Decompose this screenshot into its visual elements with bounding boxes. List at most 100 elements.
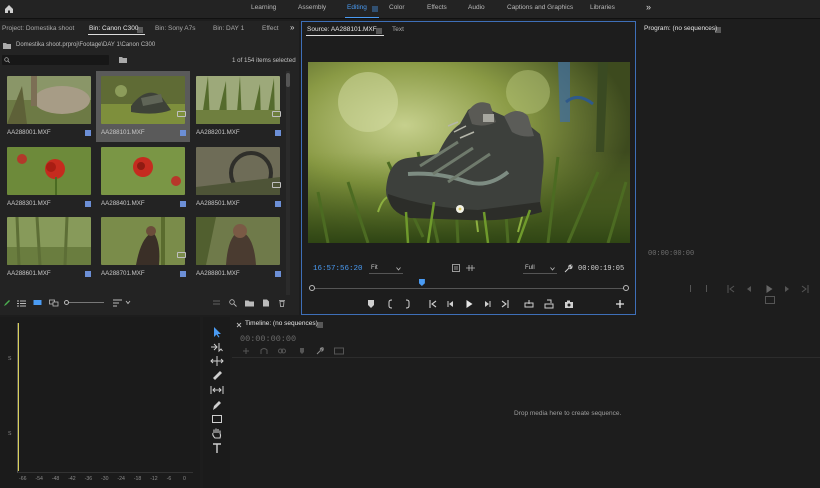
step-forward-icon[interactable]	[782, 284, 792, 294]
panel-menu-icon[interactable]	[715, 27, 721, 33]
sort-icon[interactable]	[113, 299, 122, 307]
export-frame-icon[interactable]	[564, 299, 574, 309]
fit-dropdown[interactable]: Fit	[369, 263, 403, 274]
play-icon[interactable]	[764, 284, 774, 294]
out-handle[interactable]	[623, 285, 629, 291]
wrench-icon[interactable]	[564, 264, 573, 273]
export-frame-icon[interactable]	[765, 296, 775, 304]
tab-bin-sony[interactable]: Bin: Sony A7s	[155, 25, 195, 32]
panel-menu-icon[interactable]	[376, 28, 382, 34]
zoom-slider-handle[interactable]	[64, 300, 69, 305]
source-playhead[interactable]	[418, 279, 425, 286]
mark-in-icon[interactable]	[690, 285, 691, 292]
wrench-icon[interactable]	[316, 347, 324, 355]
list-view-icon[interactable]	[17, 300, 26, 307]
workspace-effects[interactable]: Effects	[427, 4, 447, 11]
bin-scrollbar[interactable]	[286, 71, 290, 307]
icon-view-icon[interactable]	[33, 299, 42, 307]
rectangle-tool-icon[interactable]	[210, 413, 224, 425]
tab-bin-day1[interactable]: Bin: DAY 1	[213, 25, 244, 32]
step-back-icon[interactable]	[744, 284, 754, 294]
step-forward-icon[interactable]	[482, 299, 492, 309]
selection-tool-icon[interactable]	[210, 326, 224, 338]
tab-bin-canon[interactable]: Bin: Canon C300	[89, 25, 139, 32]
go-to-in-icon[interactable]	[428, 299, 438, 309]
new-search-bin-icon[interactable]	[119, 56, 127, 63]
timeline-drop-area[interactable]: Drop media here to create sequence.	[232, 358, 820, 488]
insert-icon[interactable]	[524, 299, 534, 309]
tab-source[interactable]: Source: AA288101.MXF	[307, 26, 377, 33]
step-back-icon[interactable]	[446, 299, 456, 309]
clip-thumbnail[interactable]	[101, 147, 185, 195]
workspace-captions[interactable]: Captions and Graphics	[507, 4, 573, 11]
meter-solo-label[interactable]: S	[8, 431, 11, 437]
source-video-frame[interactable]	[308, 62, 630, 243]
pencil-icon[interactable]	[3, 299, 11, 307]
settings-menu-icon[interactable]	[452, 264, 460, 272]
clip-thumbnail[interactable]	[7, 76, 91, 124]
freeform-view-icon[interactable]	[49, 299, 59, 307]
panel-menu-icon[interactable]	[317, 322, 323, 328]
bin-scrollbar-thumb[interactable]	[286, 73, 290, 87]
mark-out-icon[interactable]	[706, 285, 707, 292]
workspace-libraries[interactable]: Libraries	[590, 4, 615, 11]
automate-to-sequence-icon[interactable]	[213, 300, 222, 306]
meter-solo-label[interactable]: S	[8, 356, 11, 362]
workspace-audio[interactable]: Audio	[468, 4, 485, 11]
go-to-out-icon[interactable]	[500, 299, 510, 309]
add-marker-icon[interactable]	[298, 347, 306, 355]
home-icon[interactable]	[3, 3, 15, 15]
go-to-out-icon[interactable]	[800, 284, 810, 294]
trash-icon[interactable]	[278, 299, 286, 307]
go-to-in-icon[interactable]	[726, 284, 736, 294]
in-handle[interactable]	[309, 285, 315, 291]
find-icon[interactable]	[229, 299, 237, 307]
overwrite-icon[interactable]	[544, 299, 554, 309]
type-tool-icon[interactable]	[210, 442, 224, 454]
captions-icon[interactable]	[334, 347, 344, 355]
panel-menu-icon[interactable]	[137, 27, 143, 33]
workspace-overflow-button[interactable]: »	[646, 2, 651, 12]
workspace-menu-icon[interactable]	[372, 6, 378, 12]
drag-video-audio-icon[interactable]	[466, 265, 475, 271]
workspace-learning[interactable]: Learning	[251, 4, 276, 11]
clip-thumbnail[interactable]	[196, 217, 280, 265]
tab-project[interactable]: Project: Domestika shoot	[2, 25, 74, 32]
tab-effect[interactable]: Effect	[262, 25, 279, 32]
clip-thumbnail[interactable]	[7, 217, 91, 265]
workspace-assembly[interactable]: Assembly	[298, 4, 326, 11]
workspace-color[interactable]: Color	[389, 4, 405, 11]
new-item-icon[interactable]	[262, 299, 270, 307]
source-timecode[interactable]: 16:57:56:20	[313, 265, 363, 273]
add-marker-icon[interactable]	[366, 299, 376, 309]
tab-text[interactable]: Text	[392, 26, 404, 33]
clip-thumbnail[interactable]	[196, 147, 280, 195]
razor-tool-icon[interactable]	[210, 369, 224, 381]
source-time-ruler[interactable]	[312, 288, 626, 289]
tab-timeline[interactable]: Timeline: (no sequences)	[245, 320, 318, 327]
track-select-tool-icon[interactable]	[210, 341, 224, 353]
linked-selection-icon[interactable]	[278, 347, 286, 355]
mark-in-icon[interactable]	[386, 299, 396, 309]
ripple-edit-tool-icon[interactable]	[210, 355, 224, 367]
chevron-down-icon[interactable]	[125, 300, 131, 305]
timeline-timecode[interactable]: 00:00:00:00	[240, 334, 296, 344]
nest-icon[interactable]	[242, 347, 250, 355]
panel-overflow-button[interactable]: »	[290, 23, 294, 32]
search-input[interactable]	[2, 55, 109, 65]
workspace-editing[interactable]: Editing	[347, 4, 367, 11]
clip-thumbnail[interactable]	[101, 217, 185, 265]
mark-out-icon[interactable]	[402, 299, 412, 309]
clip-thumbnail[interactable]	[196, 76, 280, 124]
play-icon[interactable]	[464, 299, 474, 309]
add-button-icon[interactable]	[615, 299, 625, 309]
clip-thumbnail[interactable]	[7, 147, 91, 195]
snap-icon[interactable]	[260, 347, 268, 355]
slip-tool-icon[interactable]	[210, 384, 224, 396]
pen-tool-icon[interactable]	[210, 399, 224, 411]
close-icon[interactable]	[236, 322, 242, 328]
tab-program[interactable]: Program: (no sequences)	[644, 25, 717, 32]
new-bin-icon[interactable]	[245, 299, 254, 307]
resolution-dropdown[interactable]: Full	[523, 263, 557, 274]
clip-thumbnail[interactable]	[101, 76, 185, 124]
